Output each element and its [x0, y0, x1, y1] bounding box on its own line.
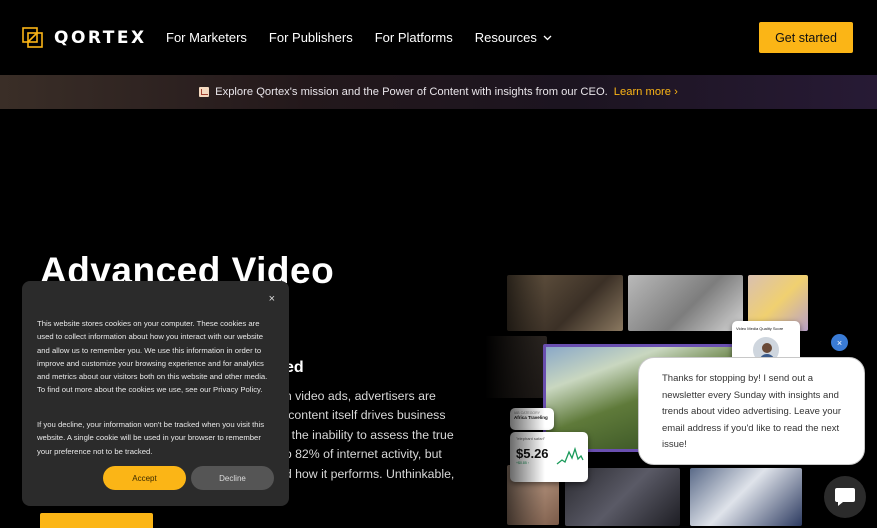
nav-label: For Platforms	[374, 30, 453, 45]
hero-body-line: nd how it performs. Unthinkable,	[278, 466, 455, 481]
nav-label: Resources	[474, 30, 537, 45]
nav-for-platforms[interactable]: For Platforms	[375, 30, 453, 45]
quality-score-label: Video Media Quality Score	[736, 326, 784, 331]
collage-fade	[485, 265, 545, 528]
banner-text: Explore Qortex's mission and the Power o…	[215, 86, 608, 98]
nav-for-publishers[interactable]: For Publishers	[269, 30, 353, 45]
site-header: QORTEX For Marketers For Publishers For …	[0, 0, 877, 75]
learn-more-link[interactable]: Learn more ›	[614, 86, 678, 98]
chart-icon	[199, 87, 210, 97]
nav-for-marketers[interactable]: For Marketers	[166, 30, 247, 45]
hero-body-line: e content itself drives business	[278, 408, 446, 423]
cookie-consent-modal: × This website stores cookies on your co…	[22, 281, 289, 506]
chat-icon	[835, 488, 855, 506]
get-started-button[interactable]: Get started	[759, 22, 853, 53]
cookie-close-button[interactable]: ×	[269, 293, 275, 305]
thumbnail-snow-animal	[628, 275, 743, 331]
cookie-text-secondary: If you decline, your information won't b…	[37, 420, 265, 456]
hero-body-line: th the inability to assess the true	[278, 427, 454, 442]
thumbnail-baseball	[690, 468, 802, 526]
logo-text: QORTEX	[54, 28, 147, 48]
hero-body: on video ads, advertisers are e content …	[278, 387, 478, 484]
chevron-down-icon	[543, 35, 552, 40]
hero-body-line: on video ads, advertisers are	[278, 389, 436, 403]
logo[interactable]: QORTEX	[22, 27, 147, 49]
qortex-logo-icon	[22, 27, 43, 48]
chat-close-button[interactable]: ×	[831, 334, 848, 351]
cookie-text-primary: This website stores cookies on your comp…	[37, 319, 268, 395]
hero-cta-button[interactable]	[40, 513, 153, 528]
announcement-banner: Explore Qortex's mission and the Power o…	[0, 75, 877, 109]
main-nav: For Marketers For Publishers For Platfor…	[166, 30, 574, 45]
price-trend-line	[556, 446, 584, 465]
chat-message-bubble: Thanks for stopping by! I send out a new…	[638, 357, 865, 465]
chat-launcher-button[interactable]	[824, 476, 866, 518]
nav-label: For Publishers	[268, 30, 353, 45]
hero-body-line: up 82% of internet activity, but	[278, 447, 442, 462]
nav-label: For Marketers	[166, 30, 247, 45]
cookie-accept-button[interactable]: Accept	[103, 466, 186, 490]
nav-resources[interactable]: Resources	[475, 30, 552, 45]
cookie-decline-button[interactable]: Decline	[191, 466, 274, 490]
